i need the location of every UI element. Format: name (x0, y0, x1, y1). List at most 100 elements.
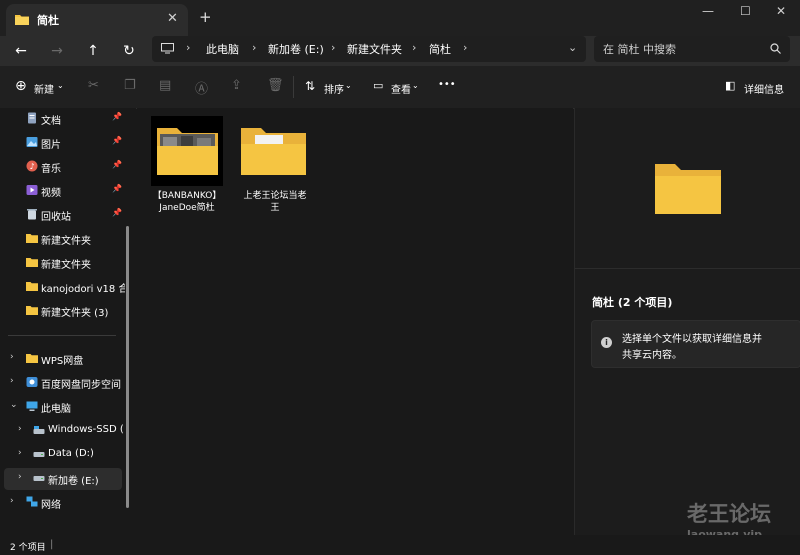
sidebar-item-label: 新建文件夹 (41, 236, 91, 247)
details-button[interactable]: 详细信息 (744, 81, 784, 96)
info-text-line: 选择单个文件以获取详细信息并 (622, 334, 762, 345)
watermark-logo: 老王论坛 (687, 502, 771, 526)
sidebar-item-folder[interactable]: 新建文件夹 (0, 252, 128, 274)
navigation-pane: 文档 📌 图片 📌 ♪ 音乐 📌 视频 📌 回收站 📌 新建文件夹 新建文件夹 … (0, 108, 136, 535)
computer-icon (26, 401, 38, 411)
search-box[interactable]: 在 简杜 中搜索 (594, 36, 790, 62)
details-divider (575, 268, 800, 269)
sidebar-item-drive-c[interactable]: › Windows-SSD (C:) (0, 420, 128, 442)
sidebar-item-drive-d[interactable]: › Data (D:) (0, 444, 128, 466)
chevron-down-icon: ⌄ (412, 81, 419, 90)
sidebar-item-drive-e[interactable]: › 新加卷 (E:) (4, 468, 122, 490)
drive-icon (33, 452, 45, 457)
breadcrumb-separator-icon: › (463, 41, 468, 54)
chevron-right-icon[interactable]: › (10, 352, 14, 362)
cut-icon[interactable]: ✂ (88, 78, 99, 93)
sidebar-item-label: 新建文件夹 (3) (41, 308, 109, 319)
details-title: 简杜 (2 个项目) (592, 296, 673, 309)
breadcrumb-separator-icon: › (331, 41, 336, 54)
address-dropdown-icon[interactable]: ⌄ (568, 41, 577, 54)
chevron-down-icon: ⌄ (345, 81, 352, 90)
more-options-button[interactable]: ••• (438, 79, 456, 90)
new-button[interactable]: 新建 (34, 81, 54, 96)
maximize-button[interactable]: ☐ (740, 4, 751, 18)
sidebar-item-music[interactable]: ♪ 音乐 📌 (0, 156, 128, 178)
delete-icon[interactable]: 🗑 (267, 78, 284, 93)
sidebar-item-label: 此电脑 (41, 404, 71, 415)
status-divider: | (50, 539, 54, 550)
folder-icon (26, 354, 38, 363)
tab-title: 简杜 (37, 14, 59, 27)
up-button[interactable]: ↑ (80, 38, 106, 64)
folder-name: 上老王论坛当老 王 (243, 191, 307, 213)
breadcrumb-separator-icon: › (412, 41, 417, 54)
add-icon: ⊕ (15, 78, 27, 94)
svg-text:♪: ♪ (29, 162, 34, 171)
sidebar-item-this-pc[interactable]: ⌄ 此电脑 (0, 396, 128, 418)
sidebar-item-pictures[interactable]: 图片 📌 (0, 132, 128, 154)
minimize-button[interactable]: — (702, 4, 714, 18)
back-button[interactable]: ← (8, 38, 34, 64)
search-input[interactable]: 在 简杜 中搜索 (603, 41, 676, 57)
sidebar-item-label: 百度网盘同步空间 (41, 380, 121, 391)
sidebar-item-label: 网络 (41, 500, 61, 511)
network-icon (26, 496, 38, 507)
address-row: ← → ↑ ↻ › 此电脑 › 新加卷 (E:) › 新建文件夹 › 简杜 › … (0, 36, 800, 66)
drive-icon (33, 476, 45, 481)
rename-icon[interactable]: Ⓐ (195, 78, 208, 97)
chevron-right-icon[interactable]: › (10, 496, 14, 506)
view-button[interactable]: 查看 (391, 81, 411, 96)
status-bar: 2 个项目 | (0, 535, 800, 555)
copy-icon[interactable]: ❐ (124, 78, 136, 93)
address-bar[interactable]: › 此电脑 › 新加卷 (E:) › 新建文件夹 › 简杜 › ⌄ (152, 36, 586, 62)
sidebar-scrollbar[interactable] (126, 226, 129, 508)
sidebar-item-label: 新加卷 (E:) (48, 476, 99, 487)
close-window-button[interactable]: ✕ (776, 4, 786, 18)
folder-icon (655, 164, 721, 214)
sidebar-item-wps-drive[interactable]: › WPS网盘 (0, 348, 128, 370)
sidebar-item-folder[interactable]: 新建文件夹 (3) (0, 300, 128, 322)
chevron-right-icon[interactable]: › (10, 376, 14, 386)
folder-item[interactable]: 【BANBANKO】 JaneDoe简杜 (149, 114, 225, 214)
breadcrumb-item[interactable]: 此电脑 (206, 41, 239, 57)
sidebar-item-recycle-bin[interactable]: 回收站 📌 (0, 204, 128, 226)
sort-button[interactable]: 排序 (324, 81, 344, 96)
forward-button[interactable]: → (44, 38, 70, 64)
folder-icon (26, 282, 38, 291)
sidebar-item-label: Data (D:) (48, 448, 94, 459)
breadcrumb-item[interactable]: 新加卷 (E:) (268, 41, 324, 57)
breadcrumb-separator-icon: › (252, 41, 257, 54)
view-icon: ▭ (373, 79, 384, 92)
search-icon[interactable] (770, 43, 781, 54)
folder-icon (241, 128, 306, 175)
sidebar-item-label: WPS网盘 (41, 356, 84, 367)
details-pane-icon: ◧ (725, 79, 736, 92)
sidebar-item-documents[interactable]: 文档 📌 (0, 108, 128, 130)
info-icon: i (601, 337, 612, 348)
sidebar-item-folder[interactable]: kanojodori v18 合集 (0, 276, 128, 298)
breadcrumb-item[interactable]: 简杜 (429, 41, 451, 57)
breadcrumb-item[interactable]: 新建文件夹 (347, 41, 402, 57)
sidebar-item-videos[interactable]: 视频 📌 (0, 180, 128, 202)
chevron-down-icon[interactable]: ⌄ (10, 400, 18, 410)
sidebar-item-label: Windows-SSD (C:) (48, 424, 124, 435)
sidebar-item-folder[interactable]: 新建文件夹 (0, 228, 128, 250)
chevron-right-icon[interactable]: › (18, 448, 22, 458)
sidebar-item-network[interactable]: › 网络 (0, 492, 128, 514)
refresh-button[interactable]: ↻ (116, 38, 142, 64)
chevron-right-icon[interactable]: › (18, 472, 22, 482)
picture-icon (26, 137, 38, 147)
chevron-right-icon[interactable]: › (18, 424, 22, 434)
folder-name: 【BANBANKO】 JaneDoe简杜 (152, 191, 222, 213)
share-icon[interactable]: ⇪ (231, 78, 242, 93)
tab-active[interactable]: 简杜 ✕ (6, 4, 188, 36)
folder-thumbnail-icon (151, 116, 223, 186)
drive-icon (33, 426, 45, 434)
pin-icon: 📌 (112, 184, 122, 193)
new-tab-button[interactable]: + (199, 10, 212, 25)
info-card: i 选择单个文件以获取详细信息并 共享云内容。 (591, 320, 800, 368)
paste-icon[interactable]: ▤ (159, 78, 171, 93)
sidebar-item-baidu-sync[interactable]: › 百度网盘同步空间 (0, 372, 128, 394)
tab-close-icon[interactable]: ✕ (167, 11, 178, 26)
folder-item[interactable]: 上老王论坛当老 王 (237, 114, 313, 214)
